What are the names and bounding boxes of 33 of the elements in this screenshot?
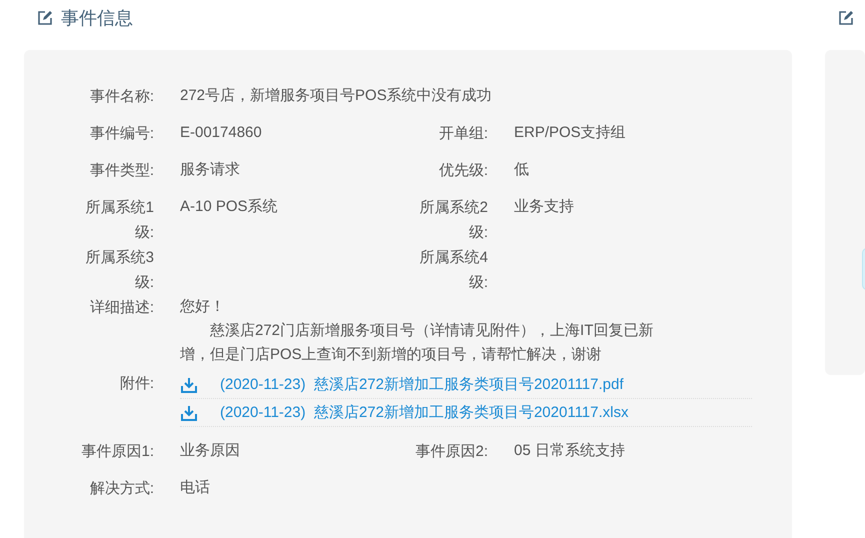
attachment-link[interactable]: (2020-11-23) 慈溪店272新增加工服务类项目号20201117.pdf	[220, 375, 624, 394]
field-label: 事件类型:	[88, 161, 154, 181]
field-value: E-00174860	[180, 123, 262, 143]
field-label: 所属系统4级:	[418, 248, 488, 293]
field-label: 事件名称:	[88, 87, 154, 107]
field-label: 所属系统2级:	[418, 198, 488, 243]
field-label: 附件:	[118, 374, 154, 394]
field-label: 所属系统3级:	[84, 248, 154, 293]
description-text: 慈溪店272门店新增服务项目号（详情请见附件），上海IT回复已新增，但是门店POS上查询不到新增的项目号，请帮忙解决，谢谢	[180, 321, 654, 365]
section-title: 事件信息	[61, 7, 133, 30]
edit-icon	[838, 10, 854, 26]
field-label: 所属系统1级:	[84, 198, 154, 243]
field-value: A-10 POS系统	[180, 197, 278, 217]
field-value: 272号店，新增服务项目号POS系统中没有成功	[180, 86, 492, 106]
field-value: 服务请求	[180, 160, 240, 180]
field-value: 电话	[180, 478, 210, 498]
field-label: 事件编号:	[88, 124, 154, 144]
field-label: 事件原因1:	[80, 442, 154, 462]
field-value: 05 日常系统支持	[514, 441, 625, 461]
field-value: ERP/POS支持组	[514, 123, 626, 143]
download-icon[interactable]	[180, 404, 198, 422]
field-label: 优先级:	[438, 161, 488, 181]
field-label: 详细描述:	[88, 298, 154, 318]
field-label: 解决方式:	[88, 479, 154, 499]
field-label: 事件原因2:	[414, 442, 488, 462]
field-label: 开单组:	[438, 124, 488, 144]
field-value: 业务原因	[180, 441, 240, 461]
field-value: 业务支持	[514, 197, 574, 217]
edit-icon	[37, 10, 53, 26]
attachment-link[interactable]: (2020-11-23) 慈溪店272新增加工服务类项目号20201117.xlsx	[220, 403, 628, 422]
download-icon[interactable]	[180, 376, 198, 394]
field-value: 低	[514, 160, 529, 180]
description-text: 您好！	[180, 297, 226, 317]
